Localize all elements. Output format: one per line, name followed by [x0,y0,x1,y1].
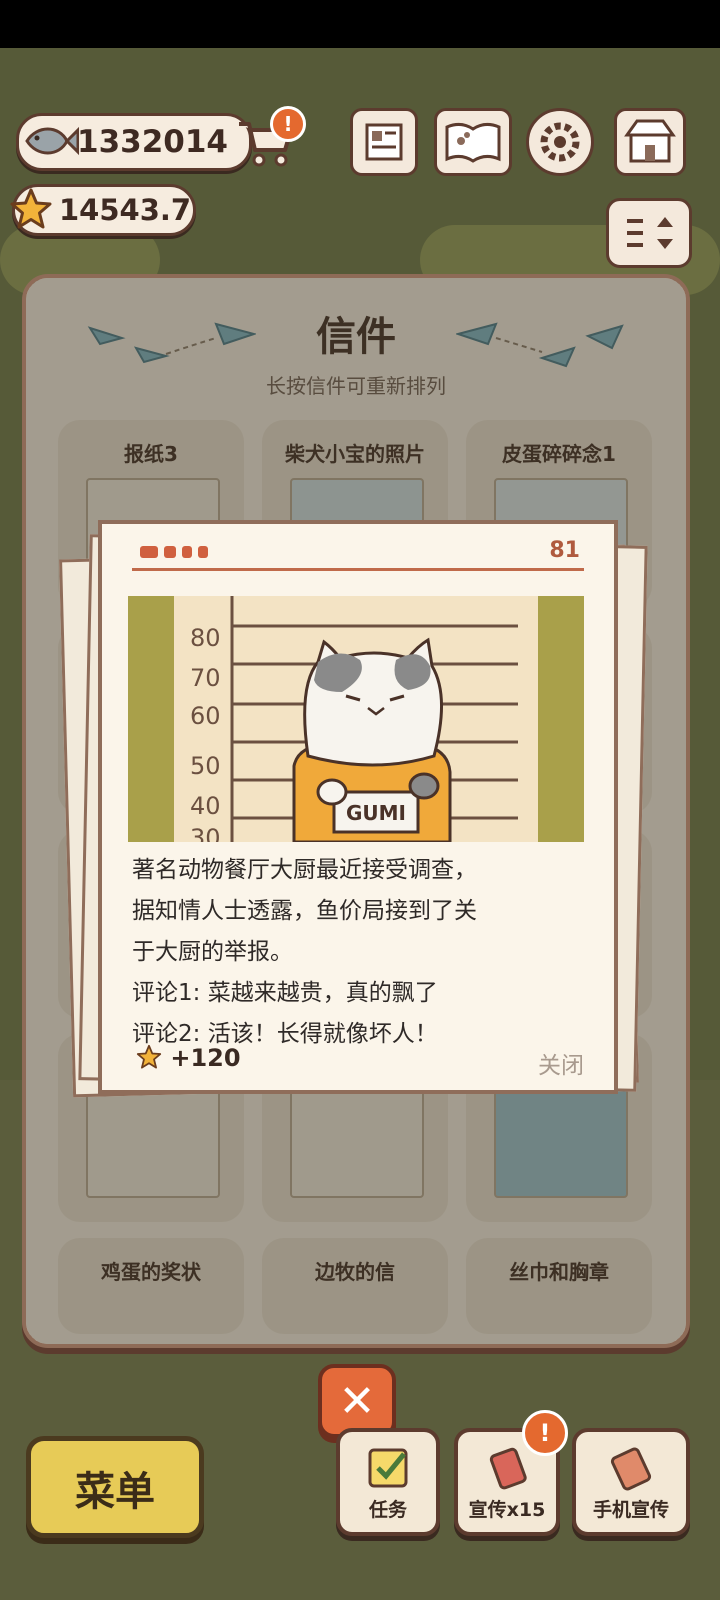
ruler-mark: 50 [190,752,221,780]
promo-label: 宣传x15 [468,1499,546,1521]
ruler-mark: 80 [190,624,221,652]
newspaper-icon [365,123,403,161]
sort-icon [627,217,673,249]
letter-line: 评论1: 菜越来越贵，真的飘了 [132,980,438,1006]
letter-page-number: 81 [549,538,580,563]
promo-alert-badge: ! [522,1410,568,1456]
ruler-mark: 70 [190,664,221,692]
letter-line: 据知情人士透露，鱼价局接到了关 [132,898,477,924]
store-icon [624,119,676,163]
shop-cart-button[interactable]: ! [232,106,306,172]
reward-amount: +120 [170,1044,241,1072]
letter-popup: 81 80 70 60 50 40 30 GUMI 著名动物餐厅大厨最近接受调查… [98,520,618,1094]
star-icon [136,1044,162,1069]
letter-body: 著名动物餐厅大厨最近接受调查， 据知情人士透露，鱼价局接到了关 于大厨的举报。 … [132,850,592,1055]
close-icon: ✕ [338,1375,376,1427]
star-icon [10,188,52,229]
star-currency-pill: 14543.7 [10,184,196,236]
task-label: 任务 [368,1499,407,1521]
ruler-mark: 60 [190,702,221,730]
promo-button[interactable]: 宣传x15 ! [454,1410,568,1536]
letter-divider [132,568,584,571]
fish-icon [25,126,79,156]
paw-book-icon [445,122,501,163]
menu-label: 菜单 [75,1469,155,1515]
fish-count: 1332014 [77,124,228,160]
mugshot-photo: 80 70 60 50 40 30 GUMI [128,596,584,842]
close-panel-button[interactable]: ✕ [318,1364,396,1438]
recipe-book-button[interactable] [434,108,512,176]
status-bar [0,0,720,48]
checkbox-icon [368,1448,408,1488]
shop-button[interactable] [614,108,686,176]
phone-promo-button[interactable]: 手机宣传 [572,1428,690,1536]
cart-alert-badge: ! [270,106,306,142]
settings-button[interactable] [526,108,594,176]
ruler-mark: 40 [190,792,221,820]
letter-line: 于大厨的举报。 [132,939,293,965]
gear-icon [540,122,580,162]
star-count: 14543.7 [59,193,192,227]
sign-text: GUMI [346,801,406,825]
fish-currency-pill: 1332014 [16,113,252,171]
letter-close-button[interactable]: 关闭 [538,1046,584,1080]
letter-reward: +120 [130,1044,374,1080]
menu-button[interactable]: 菜单 [26,1436,204,1538]
letter-line: 著名动物餐厅大厨最近接受调查， [132,857,477,883]
ruler-mark: 30 [190,824,221,842]
task-button[interactable]: 任务 [336,1428,440,1536]
sort-toggle-button[interactable] [606,198,692,268]
phone-icon [610,1447,652,1491]
phone-promo-label: 手机宣传 [592,1499,669,1521]
letter-header-dots [140,546,208,558]
newspaper-button[interactable] [350,108,418,176]
phone-promo-icon [489,1447,527,1490]
cat-mugshot-illustration: 80 70 60 50 40 30 GUMI [128,596,584,842]
